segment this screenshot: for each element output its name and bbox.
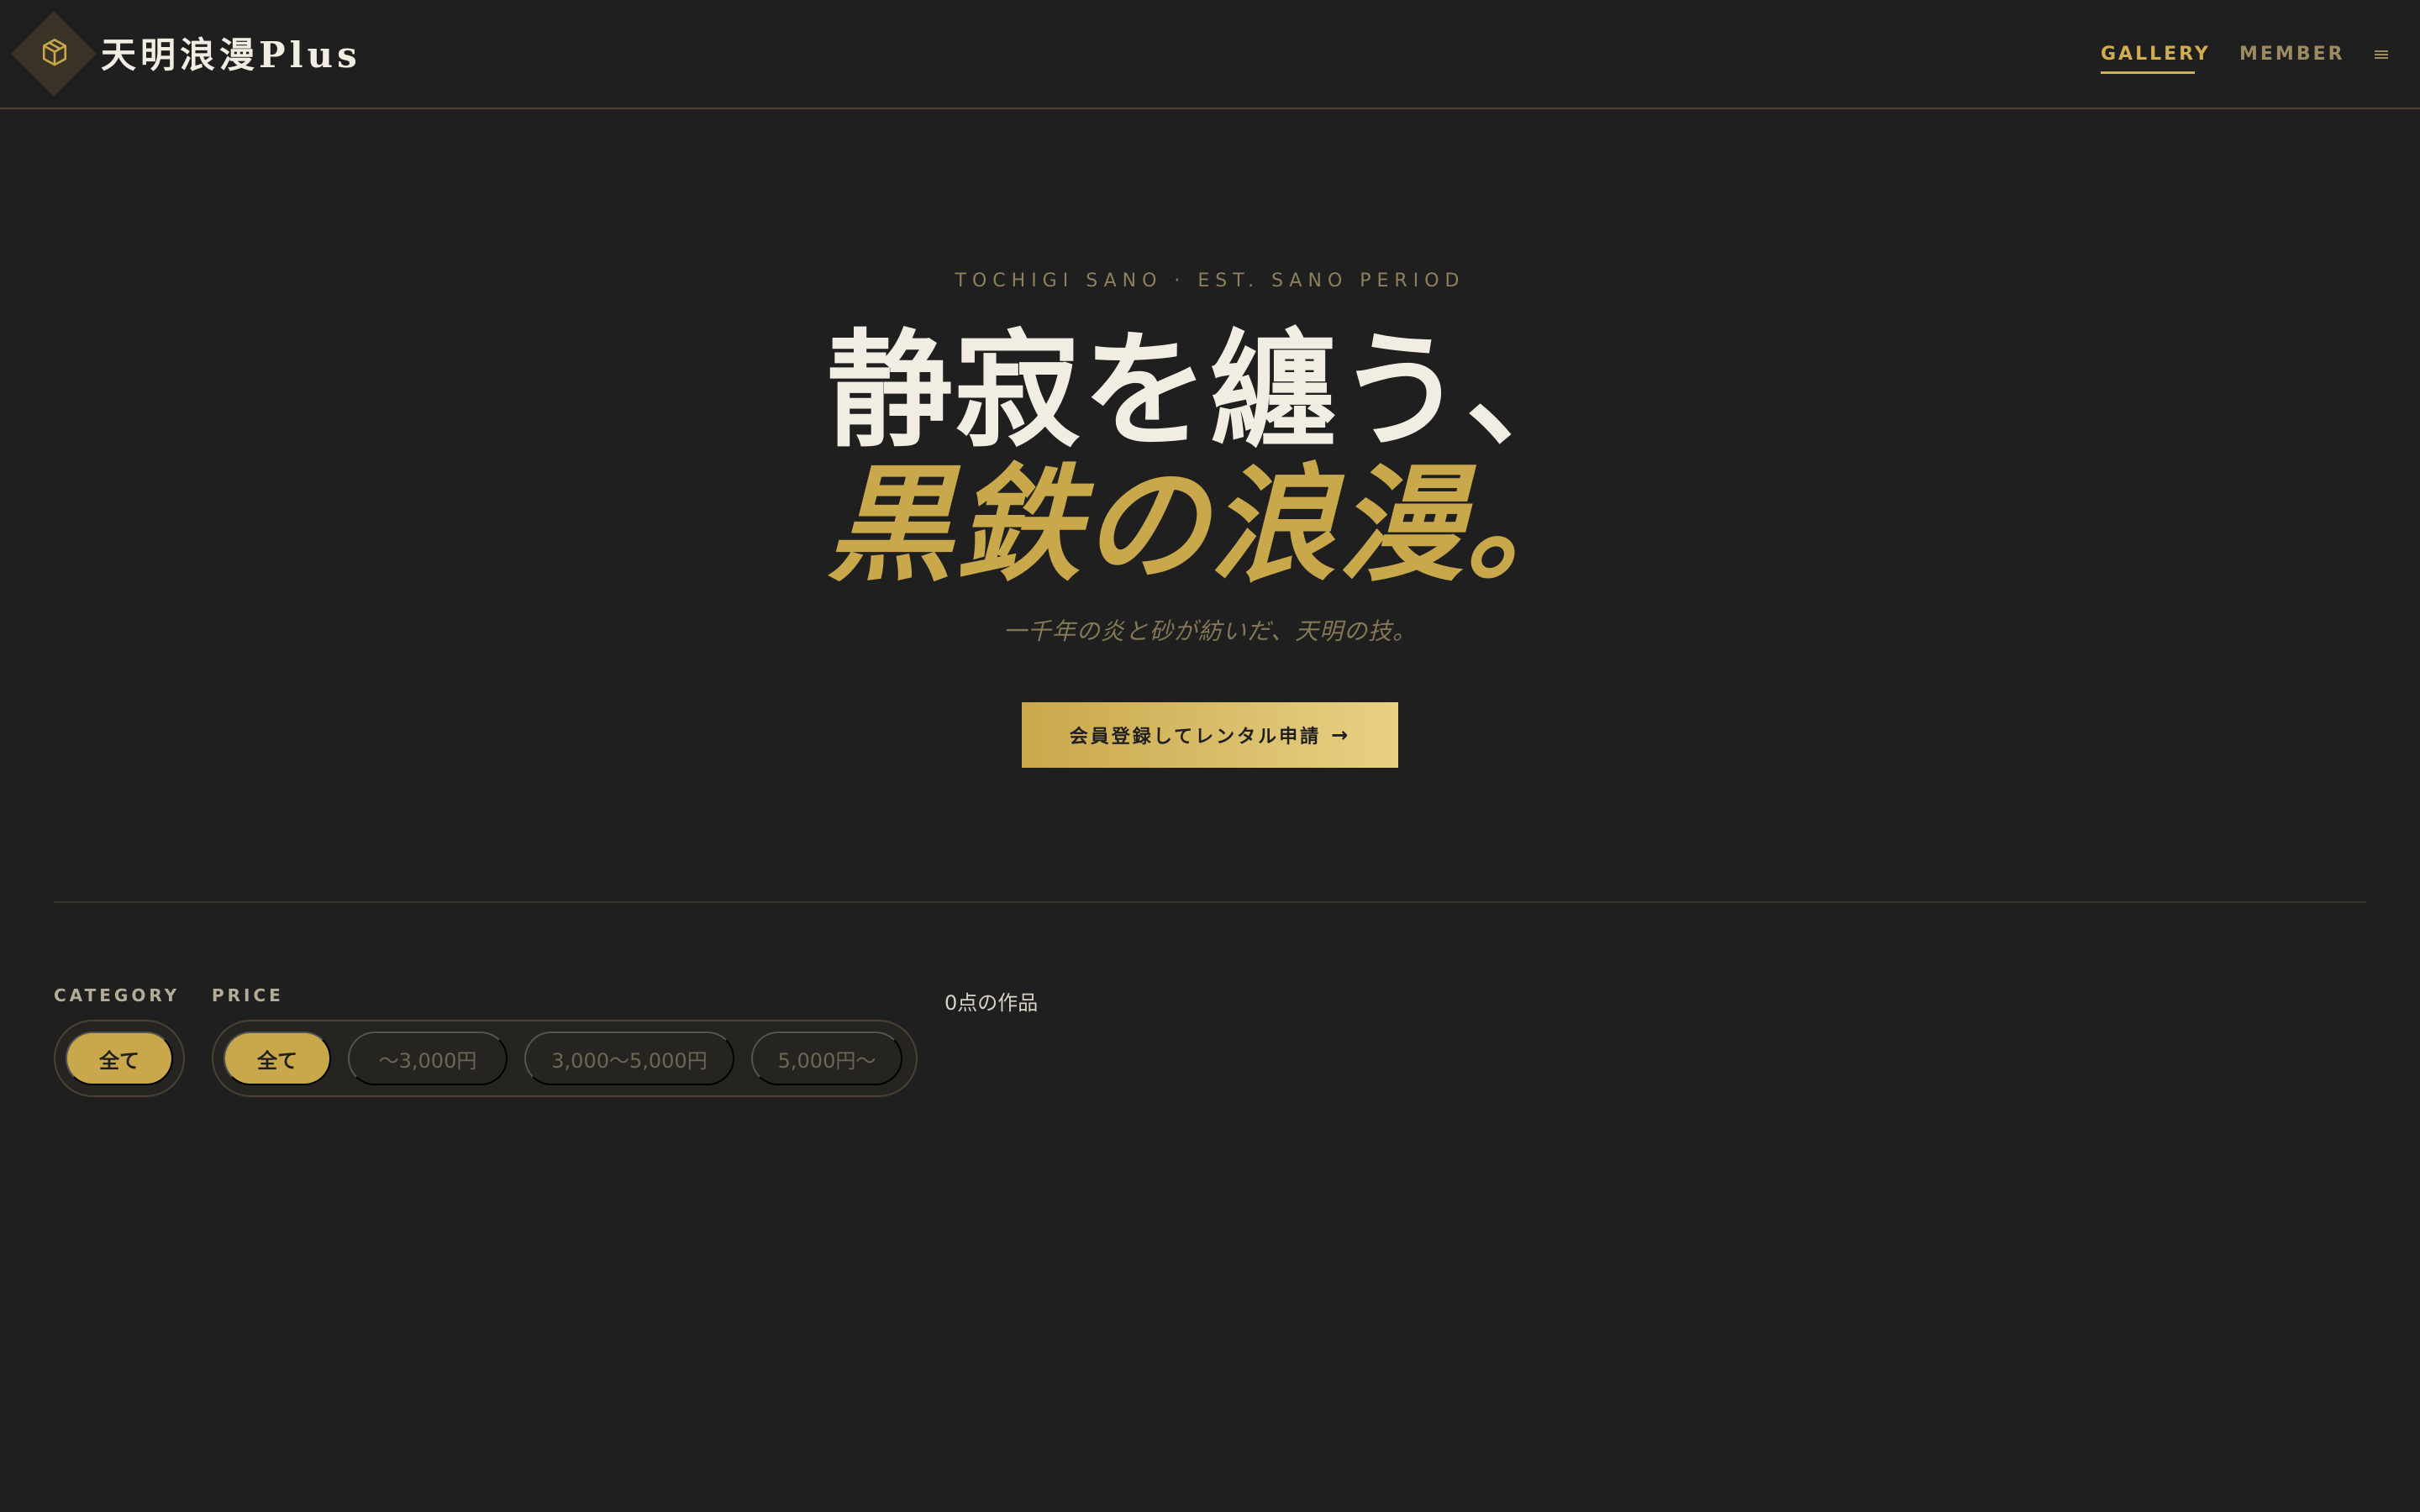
register-rental-button[interactable]: 会員登録してレンタル申請 →: [1022, 702, 1398, 768]
price-filter-group: 全て 〜3,000円 3,000〜5,000円 5,000円〜: [212, 1020, 918, 1097]
hero-title-line1: 静寂を纏う、: [826, 317, 1593, 465]
price-filter-label: PRICE: [212, 985, 284, 1005]
page: 天明浪漫Plus GALLERY MEMBER TOCHIGI SANO · E…: [0, 0, 2420, 1512]
price-option-over-5000[interactable]: 5,000円〜: [751, 1032, 902, 1085]
nav-member-link[interactable]: MEMBER: [2239, 40, 2345, 69]
hero-subtitle: 一千年の炎と砂が紡いだ、天明の技。: [1002, 617, 1418, 645]
site-header: 天明浪漫Plus GALLERY MEMBER: [0, 0, 2420, 109]
menu-icon-bar: [2375, 57, 2388, 59]
cta-label: 会員登録してレンタル申請: [1069, 727, 1322, 748]
hero-title-line2: 黒鉄の浪漫。: [826, 451, 1593, 599]
arrow-right-icon: →: [1331, 723, 1351, 747]
hero-eyebrow: TOCHIGI SANO · EST. SANO PERIOD: [955, 270, 1465, 291]
results-count: 0点の作品: [944, 991, 1039, 1015]
nav-gallery-link[interactable]: GALLERY: [2101, 40, 2208, 74]
category-filter-group: 全て: [54, 1020, 185, 1097]
price-option-under-3000[interactable]: 〜3,000円: [348, 1032, 508, 1085]
price-option-3000-5000[interactable]: 3,000〜5,000円: [524, 1032, 734, 1085]
price-option-all[interactable]: 全て: [224, 1032, 331, 1085]
brand-name[interactable]: 天明浪漫Plus: [101, 30, 361, 81]
category-filter-label: CATEGORY: [54, 985, 181, 1005]
category-option-all[interactable]: 全て: [66, 1032, 173, 1085]
box-icon: [42, 39, 67, 66]
menu-icon-bar: [2375, 54, 2388, 55]
menu-icon-bar: [2375, 50, 2388, 52]
hamburger-menu-icon[interactable]: [2373, 45, 2391, 64]
section-divider: [54, 901, 2366, 903]
